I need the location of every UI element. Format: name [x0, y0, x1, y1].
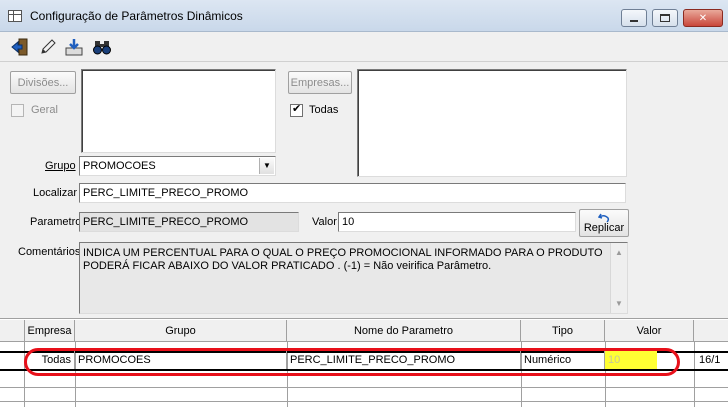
close-icon: ✕: [698, 12, 708, 24]
cell-nome-parametro[interactable]: PERC_LIMITE_PRECO_PROMO: [287, 351, 521, 369]
replicar-button[interactable]: Replicar: [579, 209, 629, 237]
column-header-nome-parametro[interactable]: Nome do Parametro: [287, 320, 521, 342]
edit-button[interactable]: [36, 35, 60, 59]
grupo-value: PROMOCOES: [83, 160, 156, 172]
grid-row-line: [0, 387, 728, 388]
checkmark-icon: ✔: [292, 103, 302, 115]
row-indicator-header: [0, 320, 25, 342]
cell-extra[interactable]: 16/1: [696, 351, 728, 369]
minimize-button[interactable]: [621, 9, 647, 27]
search-button[interactable]: [90, 35, 114, 59]
empresas-list[interactable]: [357, 69, 627, 177]
chevron-down-icon[interactable]: ▼: [259, 158, 274, 174]
exit-button[interactable]: [8, 35, 32, 59]
divisoes-button[interactable]: Divisões...: [10, 71, 76, 94]
table-icon: [8, 10, 22, 22]
empresas-button[interactable]: Empresas...: [288, 71, 352, 94]
title-bar: Configuração de Parâmetros Dinâmicos ✕: [0, 0, 728, 32]
valor-label: Valor: [312, 216, 337, 228]
cell-empresa[interactable]: Todas: [25, 351, 75, 369]
grid-row-line: [0, 401, 728, 402]
grupo-select[interactable]: PROMOCOES ▼: [79, 156, 276, 176]
comentarios-memo[interactable]: INDICA UM PERCENTUAL PARA O QUAL O PREÇO…: [79, 242, 628, 314]
todas-label: Todas: [309, 104, 339, 116]
replicar-label: Replicar: [583, 221, 625, 234]
cell-tipo[interactable]: Numérico: [521, 351, 605, 369]
toolbar: [0, 32, 728, 62]
grupo-label: Grupo: [45, 160, 76, 172]
divisoes-list[interactable]: [81, 69, 276, 153]
localizar-input[interactable]: PERC_LIMITE_PRECO_PROMO: [79, 183, 626, 203]
cell-valor[interactable]: 10: [605, 351, 657, 369]
column-header-grupo[interactable]: Grupo: [75, 320, 287, 342]
undo-arrow-icon: [598, 213, 610, 223]
exit-door-icon: [11, 38, 28, 56]
minimize-icon: [630, 20, 638, 22]
maximize-icon: [660, 14, 670, 22]
column-header-empresa[interactable]: Empresa: [25, 320, 75, 342]
window-title: Configuração de Parâmetros Dinâmicos: [30, 9, 243, 23]
comentarios-label: Comentários: [18, 246, 81, 258]
scroll-down-icon[interactable]: ▼: [613, 297, 625, 310]
parametro-label: Parametro: [30, 216, 82, 228]
geral-checkbox[interactable]: [11, 104, 24, 117]
comentarios-text: INDICA UM PERCENTUAL PARA O QUAL O PREÇO…: [83, 247, 603, 272]
pencil-edit-icon: [41, 39, 56, 54]
save-download-icon: [65, 39, 83, 56]
binoculars-search-icon: [93, 41, 111, 55]
table-row[interactable]: Todas PROMOCOES PERC_LIMITE_PRECO_PROMO …: [0, 351, 728, 369]
column-header-valor[interactable]: Valor: [605, 320, 694, 342]
parametro-field: PERC_LIMITE_PRECO_PROMO: [79, 212, 299, 232]
comentarios-scrollbar[interactable]: ▲ ▼: [610, 243, 627, 313]
todas-checkbox[interactable]: ✔: [290, 103, 303, 117]
localizar-label: Localizar: [33, 187, 78, 199]
geral-label: Geral: [31, 104, 58, 116]
save-button[interactable]: [62, 35, 86, 59]
column-header-tipo[interactable]: Tipo: [521, 320, 605, 342]
cell-grupo[interactable]: PROMOCOES: [75, 351, 287, 369]
valor-input[interactable]: 10: [338, 212, 576, 232]
column-header-extra[interactable]: [694, 320, 728, 342]
scroll-up-icon[interactable]: ▲: [613, 246, 625, 259]
close-button[interactable]: ✕: [683, 9, 723, 27]
maximize-button[interactable]: [652, 9, 678, 27]
grid-row-line: [0, 369, 728, 371]
